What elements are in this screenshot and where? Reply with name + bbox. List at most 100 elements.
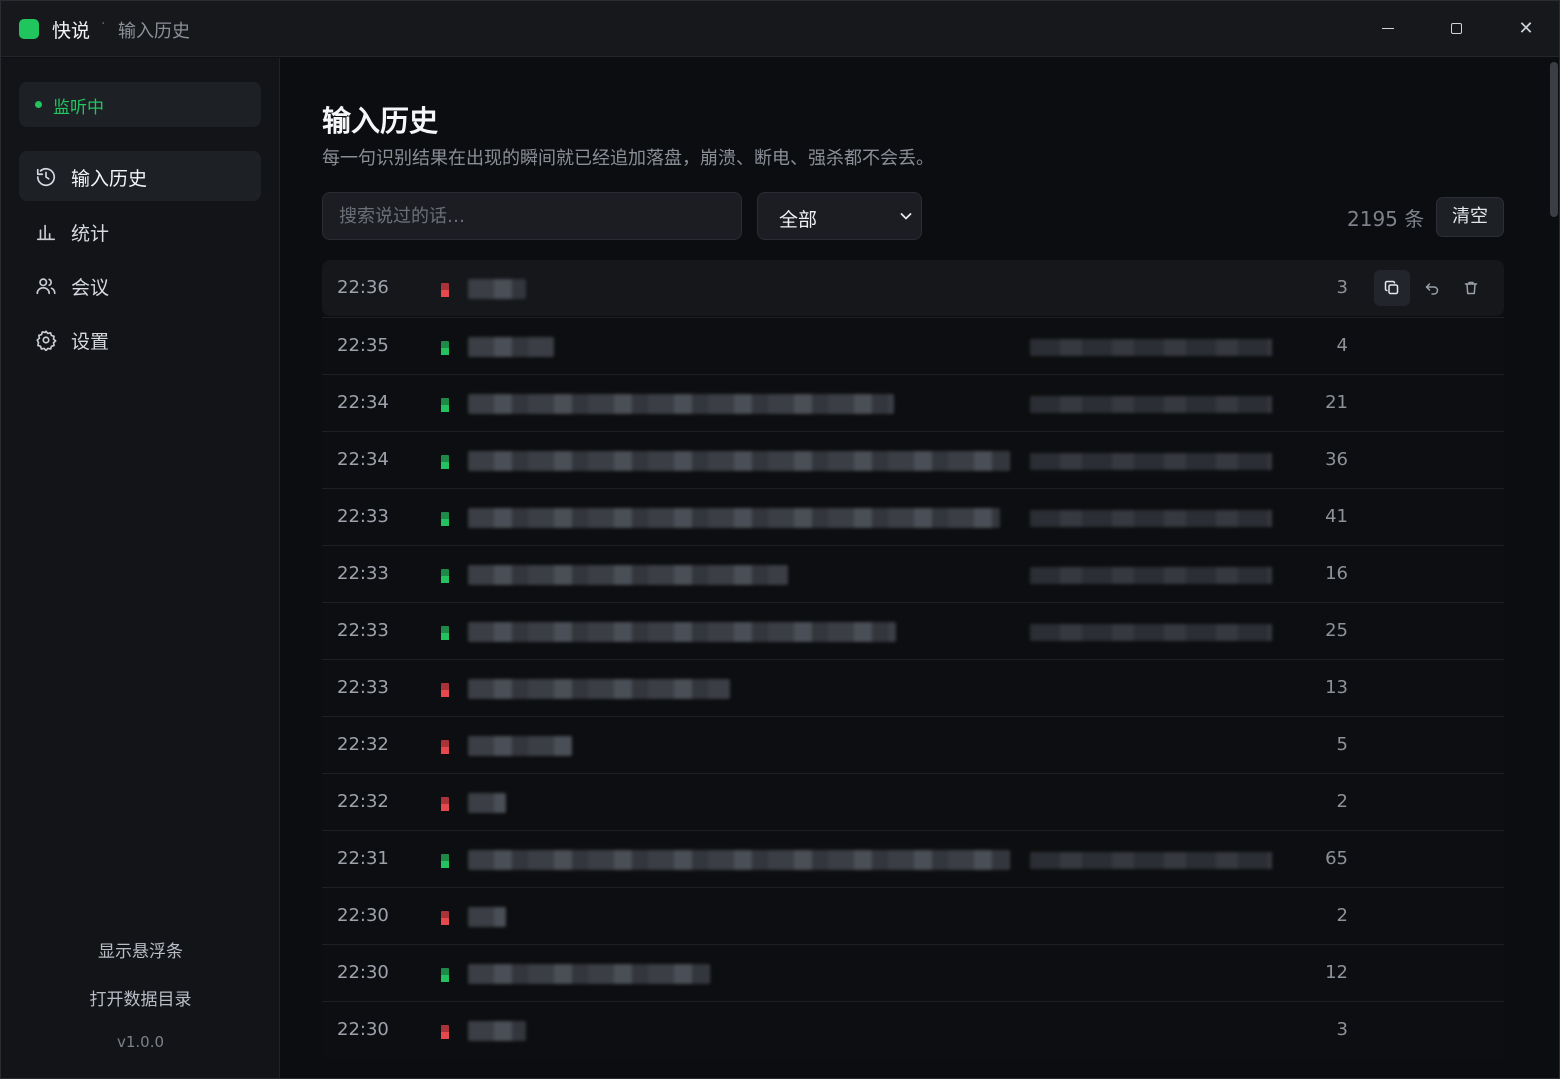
table-row[interactable]: 22:33 模糊文本模糊文本模糊文本模糊文本模糊文本模糊文 模糊文本模糊文本模糊 25: [322, 602, 1504, 659]
recognition-status-icon: [441, 626, 449, 640]
recognition-status-icon: [441, 854, 449, 868]
recognition-status-icon: [441, 283, 449, 297]
page-title: 输入历史: [322, 104, 439, 138]
table-row[interactable]: 22:34 模糊文本模糊文本模糊文本模糊文本模糊文本模糊文本模糊文本模糊 模糊文本模…: [322, 431, 1504, 488]
recognition-status-icon: [441, 911, 449, 925]
table-row[interactable]: 22:30 模糊文 3: [322, 1001, 1504, 1058]
sidebar-item-history[interactable]: 输入历史: [19, 151, 261, 201]
row-time: 22:33: [337, 563, 389, 584]
row-time: 22:30: [337, 1019, 389, 1040]
page-description: 每一句识别结果在出现的瞬间就已经追加落盘，崩溃、断电、强杀都不会丢。: [322, 148, 934, 169]
sidebar: 监听中 输入历史 统计 会议 设置 显示悬浮条 打开数据目录 v1.0.0: [1, 58, 280, 1078]
clear-button[interactable]: 清空: [1436, 197, 1504, 237]
table-row[interactable]: 22:32 模糊文本模糊 5: [322, 716, 1504, 773]
row-text-blurred: 模糊文: [468, 1021, 526, 1041]
row-text-blurred: 模糊文本内: [468, 337, 554, 357]
app-logo-icon: [19, 19, 39, 39]
status-text: 监听中: [53, 98, 104, 118]
row-time: 22:33: [337, 620, 389, 641]
trash-icon: [1464, 281, 1478, 295]
row-time: 22:33: [337, 506, 389, 527]
recognition-status-icon: [441, 455, 449, 469]
chevron-down-icon: [900, 213, 912, 220]
row-char-count: 65: [1325, 848, 1348, 869]
table-row[interactable]: 22:30模糊文本模糊文本模糊文本模糊12: [322, 944, 1504, 1001]
table-row[interactable]: 22:36 模糊文本 3: [322, 260, 1504, 316]
undo-icon: [1425, 283, 1439, 295]
filter-select[interactable]: 全部: [757, 192, 922, 240]
row-time: 22:33: [337, 677, 389, 698]
reinsert-button[interactable]: [1414, 270, 1450, 306]
filter-value: 全部: [779, 209, 818, 231]
row-text-blurred: 模糊文本模糊文本模糊文本模糊文本模糊文本模糊文本模糊文本模糊: [468, 850, 1010, 870]
row-char-count: 12: [1325, 962, 1348, 983]
scrollbar-thumb[interactable]: [1550, 62, 1558, 217]
table-row[interactable]: 22:33 模糊文本模糊文本模糊文本模糊文本模糊文本模糊文本模糊文本模糊 模糊文本模…: [322, 488, 1504, 545]
app-window: 快说 · 输入历史 ✕ 监听中 输入历史 统计 会议 设置 显示悬浮条 打开数据…: [0, 0, 1560, 1079]
listening-status[interactable]: 监听中: [19, 82, 261, 127]
row-char-count: 2: [1336, 905, 1348, 926]
recognition-status-icon: [441, 398, 449, 412]
recognition-status-icon: [441, 968, 449, 982]
close-button[interactable]: ✕: [1511, 14, 1541, 44]
row-time: 22:34: [337, 449, 389, 470]
row-meta-blurred: 模糊文本模糊文本模糊: [1030, 624, 1272, 641]
open-data-dir-link[interactable]: 打开数据目录: [1, 985, 280, 1010]
table-row[interactable]: 22:30 模糊 2: [322, 887, 1504, 944]
copy-icon: [1384, 280, 1399, 295]
table-row[interactable]: 22:33 模糊文本模糊文本模糊文本模糊文本模糊 模糊文本模糊文本模糊 16: [322, 545, 1504, 602]
row-char-count: 36: [1325, 449, 1348, 470]
title-separator: ·: [101, 16, 106, 32]
title-bar[interactable]: 快说 · 输入历史 ✕: [1, 1, 1559, 57]
sidebar-item-meetings[interactable]: 会议: [19, 260, 261, 310]
row-text-blurred: 模糊文本模糊文本模糊文本模糊文本模糊文本模糊文本模糊文本模糊: [468, 451, 1010, 471]
copy-button[interactable]: [1374, 270, 1410, 306]
row-text-blurred: 模糊文本模糊文本模糊文本模糊文本模糊: [468, 565, 788, 585]
sidebar-item-label: 会议: [71, 277, 110, 299]
row-char-count: 25: [1325, 620, 1348, 641]
recognition-status-icon: [441, 512, 449, 526]
row-time: 22:35: [337, 335, 389, 356]
table-row[interactable]: 22:32 模糊 2: [322, 773, 1504, 830]
maximize-icon: [1451, 23, 1462, 34]
row-meta-blurred: 模糊文本模糊文本模糊: [1030, 567, 1272, 584]
minimize-button[interactable]: [1373, 14, 1403, 44]
sidebar-item-label: 统计: [71, 223, 110, 245]
row-text-blurred: 模糊文本模糊文本模糊文本模糊文本模糊文本模糊文: [468, 622, 896, 642]
history-icon: [36, 168, 56, 187]
row-meta-blurred: 模糊文本模糊文本模糊: [1030, 852, 1272, 869]
gear-icon: [36, 330, 57, 351]
sidebar-item-label: 输入历史: [71, 168, 148, 190]
row-char-count: 4: [1336, 335, 1348, 356]
row-time: 22:30: [337, 905, 389, 926]
scrollbar[interactable]: [1547, 58, 1559, 1078]
row-text-blurred: 模糊文本模糊文本模糊文本: [468, 964, 710, 984]
main-content: 输入历史 每一句识别结果在出现的瞬间就已经追加落盘，崩溃、断电、强杀都不会丢。 …: [281, 58, 1547, 1078]
row-text-blurred: 模糊文本模糊文本模糊文本模糊文本模糊文本模糊文: [468, 394, 894, 414]
row-actions: [1374, 270, 1494, 306]
sidebar-item-label: 设置: [71, 331, 110, 353]
row-char-count: 16: [1325, 563, 1348, 584]
row-time: 22:31: [337, 848, 389, 869]
sidebar-item-stats[interactable]: 统计: [19, 206, 261, 256]
table-row[interactable]: 22:35 模糊文本内 模糊文本模糊文本模糊 4: [322, 317, 1504, 374]
delete-button[interactable]: [1453, 270, 1489, 306]
row-text-blurred: 模糊: [468, 793, 506, 813]
row-text-blurred: 模糊文本模糊: [468, 736, 572, 756]
sidebar-item-settings[interactable]: 设置: [19, 314, 261, 364]
table-row[interactable]: 22:31 模糊文本模糊文本模糊文本模糊文本模糊文本模糊文本模糊文本模糊 模糊文本模…: [322, 830, 1504, 887]
show-floating-bar-link[interactable]: 显示悬浮条: [1, 937, 280, 962]
row-char-count: 3: [1336, 277, 1348, 298]
table-row[interactable]: 22:34 模糊文本模糊文本模糊文本模糊文本模糊文本模糊文 模糊文本模糊文本模糊 21: [322, 374, 1504, 431]
row-char-count: 3: [1336, 1019, 1348, 1040]
entry-count: 2195 条: [1347, 207, 1425, 231]
recognition-status-icon: [441, 740, 449, 754]
row-meta-blurred: 模糊文本模糊文本模糊: [1030, 510, 1272, 527]
recognition-status-icon: [441, 341, 449, 355]
table-row[interactable]: 22:33 模糊文本模糊文本模糊文本模糊 13: [322, 659, 1504, 716]
search-input[interactable]: [322, 192, 742, 240]
row-char-count: 5: [1336, 734, 1348, 755]
row-time: 22:36: [337, 277, 389, 298]
window-subtitle: 输入历史: [118, 21, 190, 42]
maximize-button[interactable]: [1442, 14, 1472, 44]
